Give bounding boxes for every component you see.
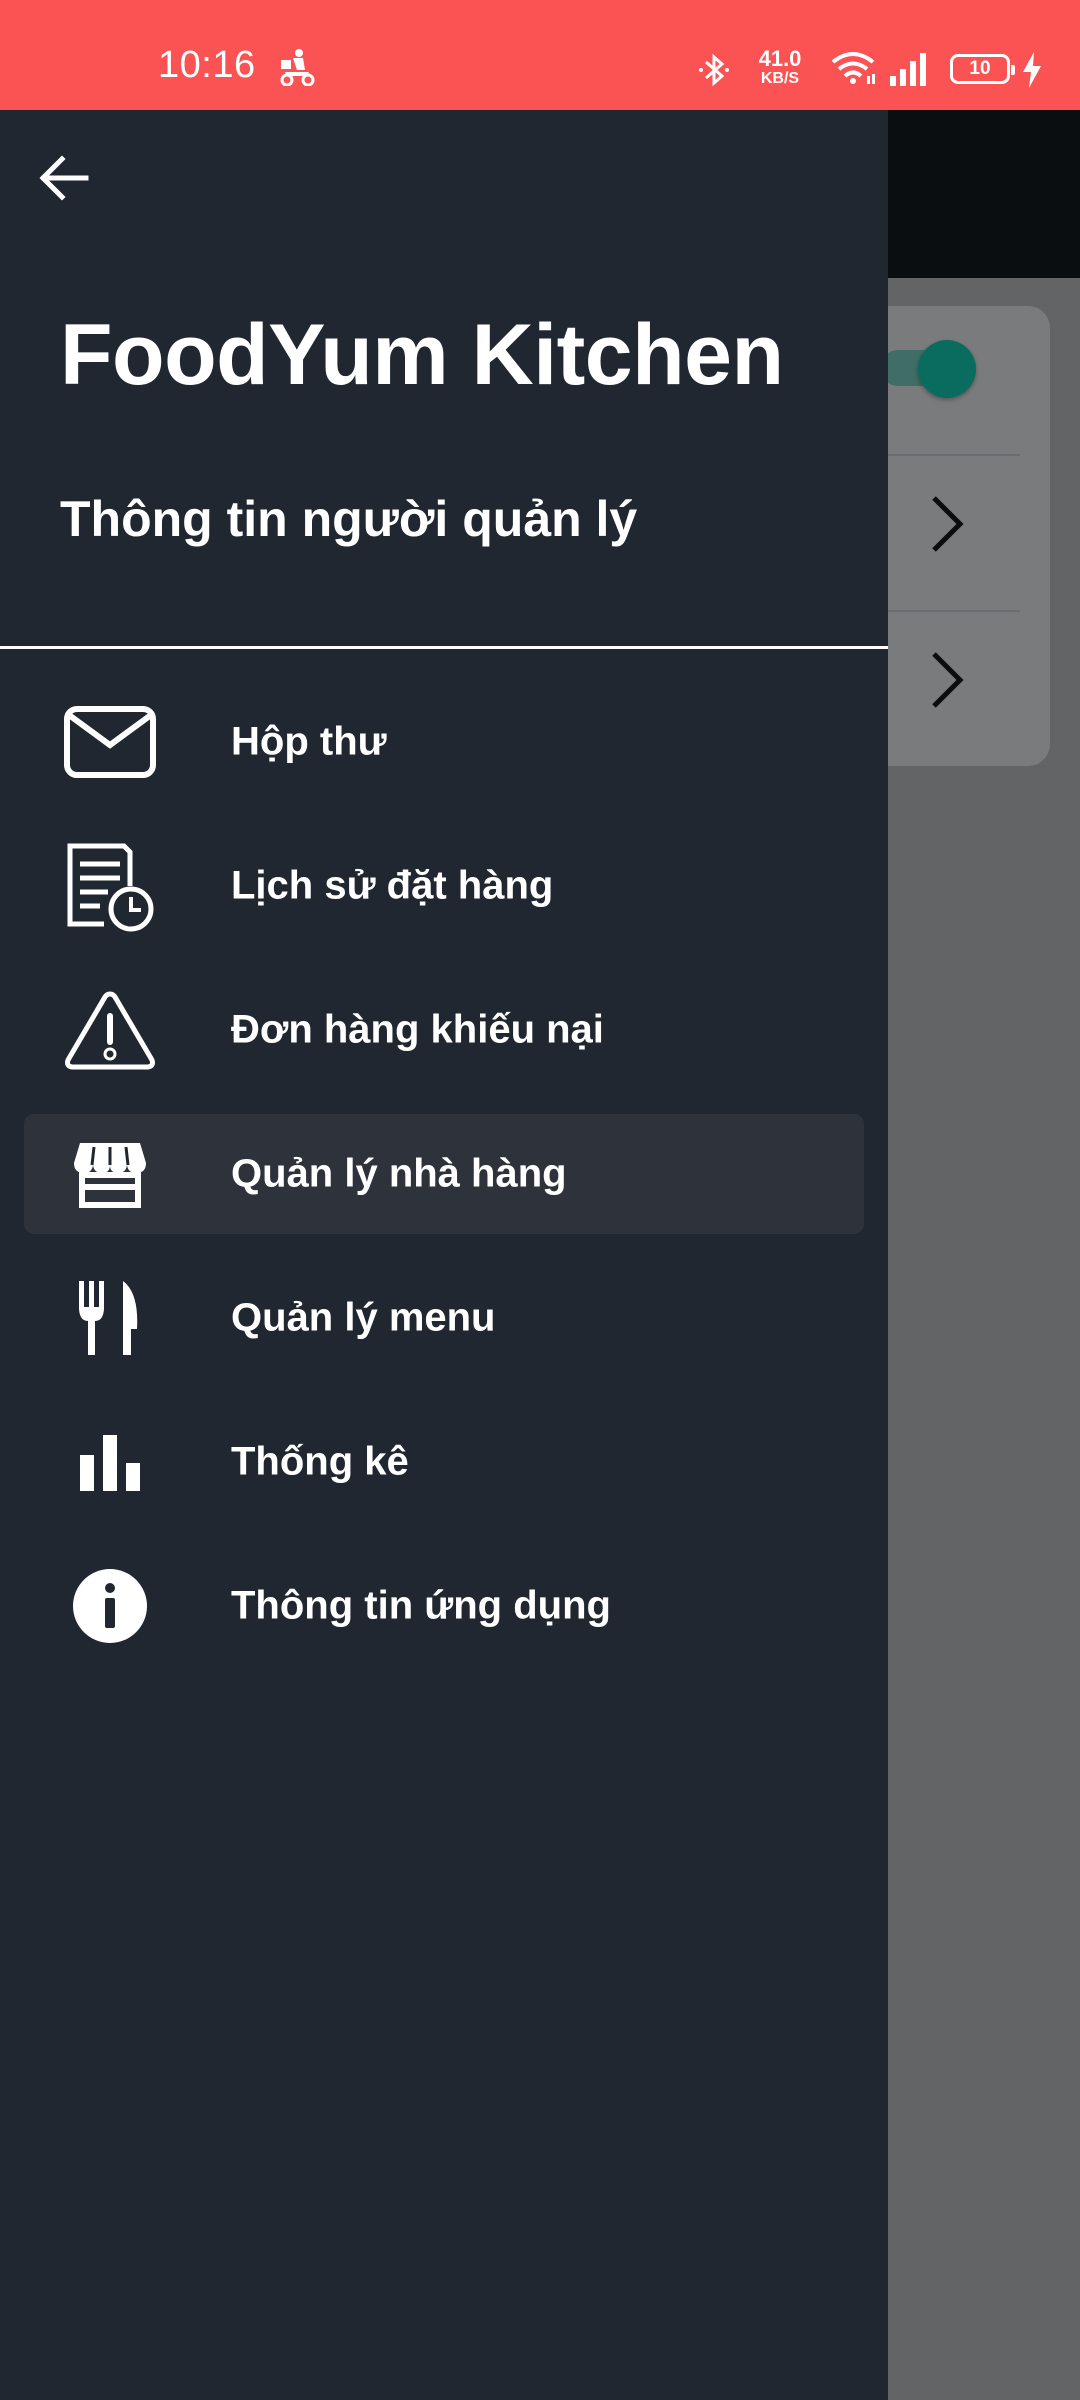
- menu-item-label: Lịch sử đặt hàng: [231, 863, 554, 908]
- network-speed-value: 41.0: [758, 46, 802, 71]
- warning-icon: [62, 982, 158, 1078]
- status-bar: 10:16 41.0 KB/S 10: [0, 0, 1080, 110]
- menu-item-label: Hộp thư: [231, 719, 387, 764]
- bluetooth-icon: [699, 53, 729, 87]
- store-icon: [62, 1126, 158, 1222]
- menu-item-statistics[interactable]: Thống kê: [24, 1390, 864, 1534]
- menu-item-label: Thống kê: [231, 1439, 409, 1484]
- charging-icon: [1023, 52, 1041, 88]
- order-history-icon: [62, 838, 158, 934]
- network-speed: 41.0 KB/S: [750, 48, 810, 87]
- menu-item-restaurant-management[interactable]: Quản lý nhà hàng: [24, 1114, 864, 1234]
- menu-item-complaint-orders[interactable]: Đơn hàng khiếu nại: [24, 958, 864, 1102]
- navigation-drawer: FoodYum Kitchen Thông tin người quản lý …: [0, 110, 888, 2400]
- back-arrow-icon[interactable]: [36, 150, 92, 206]
- menu-item-order-history[interactable]: Lịch sử đặt hàng: [24, 814, 864, 958]
- screen: 10:16 41.0 KB/S 10 FoodYum Kitchen Thông…: [0, 0, 1080, 2400]
- signal-icon: [890, 53, 926, 86]
- info-icon: [62, 1558, 158, 1654]
- menu-item-label: Đơn hàng khiếu nại: [231, 1007, 604, 1052]
- drawer-title: FoodYum Kitchen: [60, 307, 784, 403]
- battery-icon: 10: [950, 54, 1015, 84]
- drawer-divider: [0, 646, 888, 649]
- drawer-menu: Hộp thư Lịch sử đặt hàng Đơn hàng khiếu …: [0, 670, 888, 1678]
- chevron-right-icon: [932, 496, 964, 552]
- mail-icon: [62, 694, 158, 790]
- network-speed-unit: KB/S: [760, 70, 800, 87]
- wifi-icon: [831, 52, 875, 84]
- menu-item-inbox[interactable]: Hộp thư: [24, 670, 864, 814]
- status-indicators: 41.0 KB/S 10: [660, 0, 1080, 110]
- manager-info-link[interactable]: Thông tin người quản lý: [60, 490, 637, 548]
- menu-item-label: Thông tin ứng dụng: [231, 1583, 611, 1628]
- status-time: 10:16: [158, 44, 256, 86]
- menu-item-app-info[interactable]: Thông tin ứng dụng: [24, 1534, 864, 1678]
- delivery-rider-icon: [280, 49, 315, 86]
- menu-item-label: Quản lý menu: [231, 1295, 496, 1340]
- bar-chart-icon: [62, 1414, 158, 1510]
- menu-item-menu-management[interactable]: Quản lý menu: [24, 1246, 864, 1390]
- fork-knife-icon: [62, 1270, 158, 1366]
- menu-item-label: Quản lý nhà hàng: [231, 1151, 567, 1196]
- chevron-right-icon: [932, 652, 964, 708]
- background-toggle-knob: [918, 340, 976, 398]
